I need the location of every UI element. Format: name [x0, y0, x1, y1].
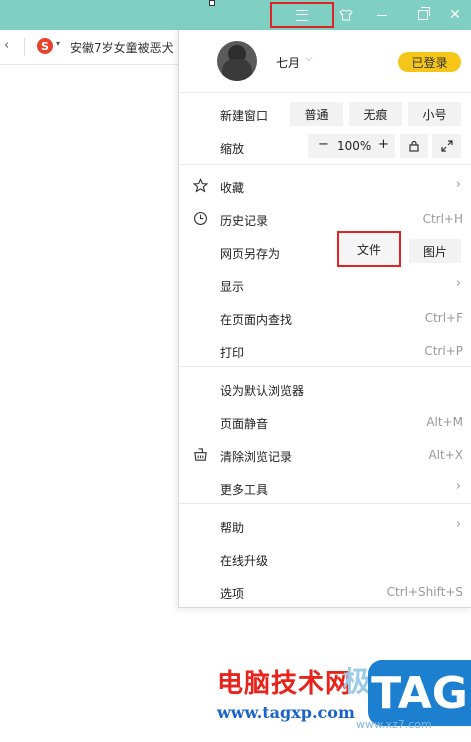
mute-shortcut: Alt+M: [426, 415, 463, 429]
options-shortcut: Ctrl+Shift+S: [386, 585, 463, 599]
zoom-in-button[interactable]: +: [378, 137, 389, 152]
divider: [179, 92, 471, 93]
menu-item-set-default-browser[interactable]: 设为默认浏览器: [220, 382, 304, 399]
clear-history-shortcut: Alt+X: [428, 448, 463, 462]
find-shortcut: Ctrl+F: [424, 311, 463, 325]
watermark-site-name: 电脑技术网: [217, 669, 353, 699]
menu-item-history[interactable]: 历史记录: [220, 212, 268, 229]
sogou-logo-icon[interactable]: S: [37, 38, 53, 54]
star-icon: [192, 177, 208, 193]
menu-item-save-page-as[interactable]: 网页另存为: [220, 245, 280, 262]
menu-item-help[interactable]: 帮助: [220, 519, 244, 536]
save-as-file-button[interactable]: 文件: [337, 231, 401, 267]
skin-button[interactable]: [336, 0, 356, 30]
menu-item-more-tools[interactable]: 更多工具: [220, 481, 268, 498]
watermark-sub-url: www.xz7.com: [356, 718, 432, 731]
new-window-incognito-button[interactable]: 无痕: [349, 102, 402, 126]
tab-strip: ‹ S ▾ 安徽7岁女童被恶犬: [0, 30, 180, 65]
menu-item-favorites[interactable]: 收藏: [220, 179, 244, 196]
clock-icon: [192, 210, 208, 226]
zoom-control: − 100% +: [308, 134, 395, 158]
chevron-right-icon: ›: [455, 276, 461, 291]
broom-icon: [192, 446, 208, 462]
menu-item-print[interactable]: 打印: [220, 344, 244, 361]
menu-item-clear-history[interactable]: 清除浏览记录: [220, 448, 292, 465]
new-window-normal-button[interactable]: 普通: [290, 102, 343, 126]
save-as-image-button[interactable]: 图片: [409, 239, 461, 263]
watermark-ji: 极: [343, 665, 372, 698]
avatar[interactable]: [217, 41, 257, 81]
menu-item-options[interactable]: 选项: [220, 585, 244, 602]
zoom-label: 缩放: [220, 142, 245, 156]
watermark-url: www.tagxp.com: [217, 703, 355, 722]
user-name[interactable]: 七月: [276, 54, 300, 71]
divider: [179, 366, 471, 367]
close-icon: ✕: [449, 7, 461, 23]
close-button[interactable]: ✕: [444, 0, 466, 30]
shirt-icon: [339, 9, 353, 21]
chevron-right-icon: ›: [455, 177, 461, 192]
login-status-badge[interactable]: 已登录: [398, 52, 461, 72]
menu-item-online-upgrade[interactable]: 在线升级: [220, 552, 268, 569]
main-menu-panel: 七月 ⌵ 已登录 新建窗口 普通 无痕 小号 缩放 − 100% + 收藏 › …: [178, 30, 471, 608]
restore-icon: [418, 7, 430, 20]
restore-button[interactable]: [413, 0, 433, 30]
tab-scroll-left-icon[interactable]: ‹: [4, 38, 9, 53]
tab-separator: [24, 38, 25, 56]
menu-item-display[interactable]: 显示: [220, 278, 244, 295]
menu-item-find-in-page[interactable]: 在页面内查找: [220, 311, 292, 328]
divider: [179, 503, 471, 504]
zoom-level: 100%: [337, 139, 372, 153]
chevron-right-icon: ›: [455, 479, 461, 494]
minimize-icon: [377, 14, 387, 16]
zoom-lock-button[interactable]: [400, 134, 428, 158]
watermark-tag-logo: TAG: [368, 660, 471, 726]
logo-dropdown-icon[interactable]: ▾: [56, 39, 60, 48]
new-window-secondary-account-button[interactable]: 小号: [408, 102, 461, 126]
fullscreen-icon: [440, 140, 453, 152]
fullscreen-button[interactable]: [432, 134, 461, 158]
tab-title[interactable]: 安徽7岁女童被恶犬: [70, 39, 180, 56]
new-window-label: 新建窗口: [220, 109, 269, 123]
resize-handle[interactable]: [209, 0, 215, 6]
divider: [179, 164, 471, 165]
user-dropdown-icon[interactable]: ⌵: [305, 53, 313, 64]
print-shortcut: Ctrl+P: [424, 344, 463, 358]
menu-item-mute-page[interactable]: 页面静音: [220, 415, 268, 432]
chevron-right-icon: ›: [455, 517, 461, 532]
lock-icon: [409, 140, 419, 152]
history-shortcut: Ctrl+H: [422, 212, 463, 226]
zoom-out-button[interactable]: −: [318, 137, 329, 152]
title-bar: [0, 0, 471, 30]
minimize-button[interactable]: [372, 0, 392, 30]
main-menu-button[interactable]: [270, 2, 334, 28]
hamburger-icon: [296, 9, 308, 21]
